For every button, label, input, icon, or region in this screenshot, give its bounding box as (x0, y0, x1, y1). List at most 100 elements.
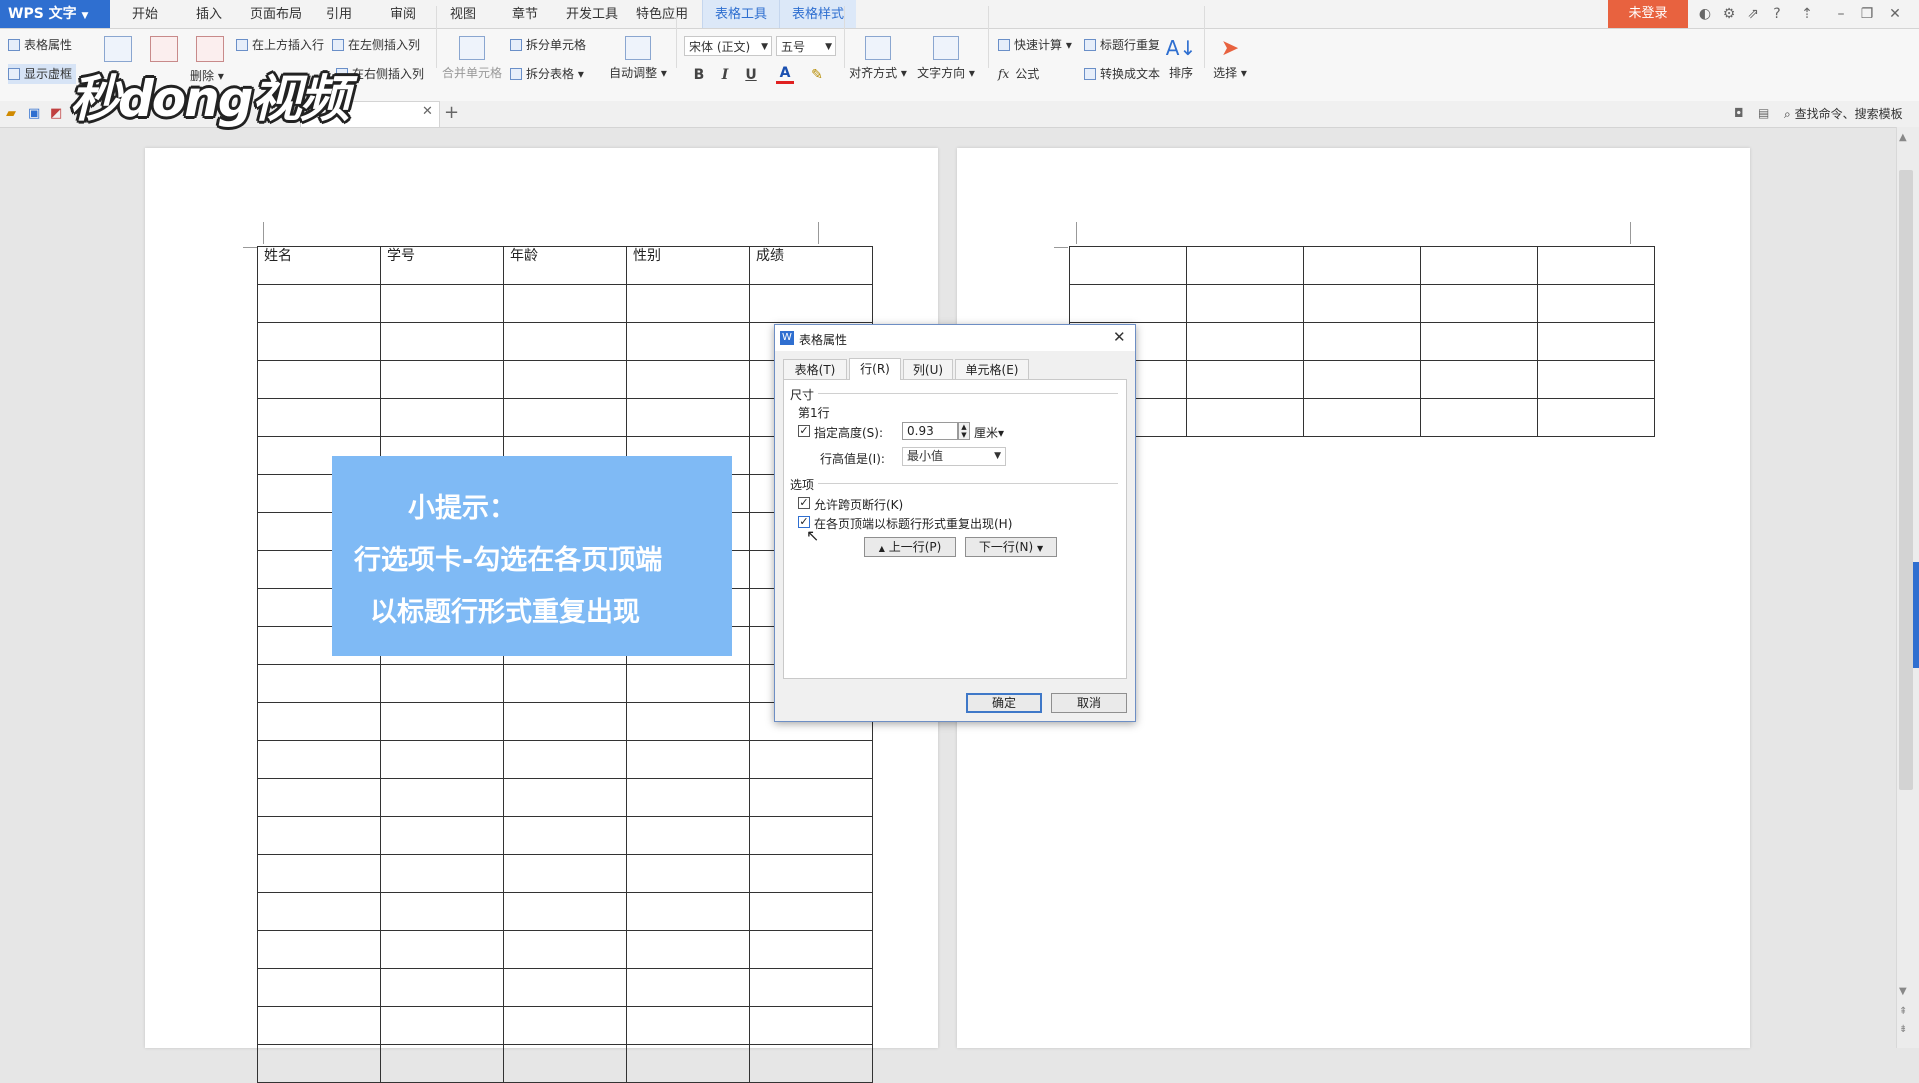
table-cell[interactable] (380, 664, 504, 703)
table-cell[interactable] (1420, 284, 1538, 323)
scroll-down-icon[interactable]: ▼ (1899, 986, 1907, 997)
table-cell[interactable] (257, 968, 381, 1007)
font-combo[interactable]: 宋体 (正文) ▼ (684, 36, 772, 56)
table-cell[interactable] (626, 816, 750, 855)
table-cell[interactable] (1186, 360, 1304, 399)
allow-break-checkbox[interactable]: ✓ (798, 497, 810, 509)
layout-icon[interactable]: ▤ (1758, 106, 1769, 120)
table-cell[interactable] (749, 854, 873, 893)
table-cell[interactable] (1303, 322, 1421, 361)
export-icon[interactable]: ◩ (50, 106, 62, 121)
insert-above-button[interactable]: 在上方插入行 (236, 35, 324, 55)
highlight-icon[interactable]: ✎ (808, 65, 826, 85)
feedback-icon[interactable]: ◘ (1734, 106, 1744, 120)
eraser-icon[interactable] (150, 36, 178, 62)
table-cell[interactable] (257, 892, 381, 931)
table-cell[interactable] (503, 816, 627, 855)
repeat-header-button[interactable]: 标题行重复 (1084, 35, 1160, 55)
dialog-tab[interactable]: 行(R) (849, 358, 901, 380)
table-cell[interactable] (1069, 284, 1187, 323)
table-cell[interactable] (503, 740, 627, 779)
table-cell[interactable] (749, 1006, 873, 1045)
table-cell[interactable] (257, 816, 381, 855)
dialog-tab[interactable]: 单元格(E) (955, 359, 1029, 379)
table-cell[interactable] (257, 702, 381, 741)
table-cell[interactable] (257, 398, 381, 437)
table-cell[interactable] (380, 892, 504, 931)
table-cell[interactable] (626, 740, 750, 779)
specify-height-checkbox[interactable]: ✓ (798, 425, 810, 437)
table-cell[interactable] (257, 1006, 381, 1045)
table-cell[interactable] (749, 892, 873, 931)
draw-table-icon[interactable] (104, 36, 132, 62)
table-cell[interactable] (503, 702, 627, 741)
table-cell[interactable] (503, 284, 627, 323)
table-cell[interactable] (257, 778, 381, 817)
new-tab-icon[interactable]: + (444, 102, 459, 123)
to-text-button[interactable]: 转换成文本 (1084, 64, 1160, 84)
table-cell[interactable] (503, 778, 627, 817)
table-cell[interactable] (626, 1044, 750, 1083)
tab-close-icon[interactable]: ✕ (422, 104, 433, 119)
cancel-button[interactable]: 取消 (1051, 693, 1127, 713)
side-panel-tab[interactable] (1913, 562, 1919, 668)
save-icon[interactable]: ▣ (28, 106, 40, 121)
table-header-cell[interactable]: 成绩 (749, 246, 873, 285)
sort-button[interactable]: A↓ 排序 (1164, 36, 1198, 81)
table-cell[interactable] (626, 284, 750, 323)
merge-cells-button[interactable]: 合并单元格 (442, 36, 502, 81)
menu-item[interactable]: 开始 (132, 0, 158, 28)
table-cell[interactable] (626, 930, 750, 969)
table-cell[interactable] (1303, 284, 1421, 323)
dialog-tab[interactable]: 表格(T) (783, 359, 847, 379)
table-cell[interactable] (503, 664, 627, 703)
table-cell[interactable] (380, 322, 504, 361)
menu-item[interactable]: 特色应用 (636, 0, 688, 28)
search-command[interactable]: ⌕ 查找命令、搜索模板 (1784, 104, 1903, 124)
table-cell[interactable] (503, 930, 627, 969)
table-cell[interactable] (749, 968, 873, 1007)
close-icon[interactable]: ✕ (1884, 0, 1906, 28)
table-cell[interactable] (1537, 246, 1655, 285)
table-cell[interactable] (626, 398, 750, 437)
delete-table-icon[interactable] (196, 36, 224, 62)
table-cell[interactable] (1420, 398, 1538, 437)
table-cell[interactable] (503, 892, 627, 931)
table-cell[interactable] (503, 398, 627, 437)
table-cell[interactable] (380, 930, 504, 969)
menu-item[interactable]: 章节 (512, 0, 538, 28)
table-cell[interactable] (626, 360, 750, 399)
table-cell[interactable] (257, 740, 381, 779)
open-folder-icon[interactable]: ▰ (6, 106, 16, 121)
table-cell[interactable] (380, 702, 504, 741)
menu-item[interactable]: 开发工具 (566, 0, 618, 28)
table-cell[interactable] (1069, 246, 1187, 285)
table-cell[interactable] (626, 1006, 750, 1045)
table-cell[interactable] (749, 930, 873, 969)
table-cell[interactable] (1537, 322, 1655, 361)
next-row-button[interactable]: 下一行(N) ▼ (965, 537, 1057, 557)
table-cell[interactable] (749, 778, 873, 817)
scroll-thumb[interactable] (1899, 170, 1913, 790)
row-height-is-select[interactable]: 最小值 ▼ (902, 447, 1006, 466)
unit-dropdown[interactable]: 厘米▾ (974, 424, 1004, 441)
table-cell[interactable] (380, 398, 504, 437)
formula-button[interactable]: fx 公式 (998, 64, 1039, 84)
table-header-cell[interactable]: 年龄 (503, 246, 627, 285)
table-cell[interactable] (380, 816, 504, 855)
table-cell[interactable] (257, 322, 381, 361)
menu-item[interactable]: 插入 (196, 0, 222, 28)
data-table-right[interactable] (1069, 246, 1655, 437)
split-cell-button[interactable]: 拆分单元格 (510, 35, 586, 55)
app-menu-button[interactable]: WPS 文字 ▼ (0, 0, 110, 28)
table-cell[interactable] (257, 1044, 381, 1083)
menu-item[interactable]: 视图 (450, 0, 476, 28)
scroll-up-icon[interactable]: ▲ (1899, 132, 1907, 143)
table-cell[interactable] (749, 1044, 873, 1083)
table-header-cell[interactable]: 性别 (626, 246, 750, 285)
table-cell[interactable] (380, 778, 504, 817)
dialog-close-icon[interactable]: ✕ (1113, 328, 1126, 346)
table-cell[interactable] (380, 284, 504, 323)
table-header-cell[interactable]: 姓名 (257, 246, 381, 285)
table-cell[interactable] (1537, 398, 1655, 437)
